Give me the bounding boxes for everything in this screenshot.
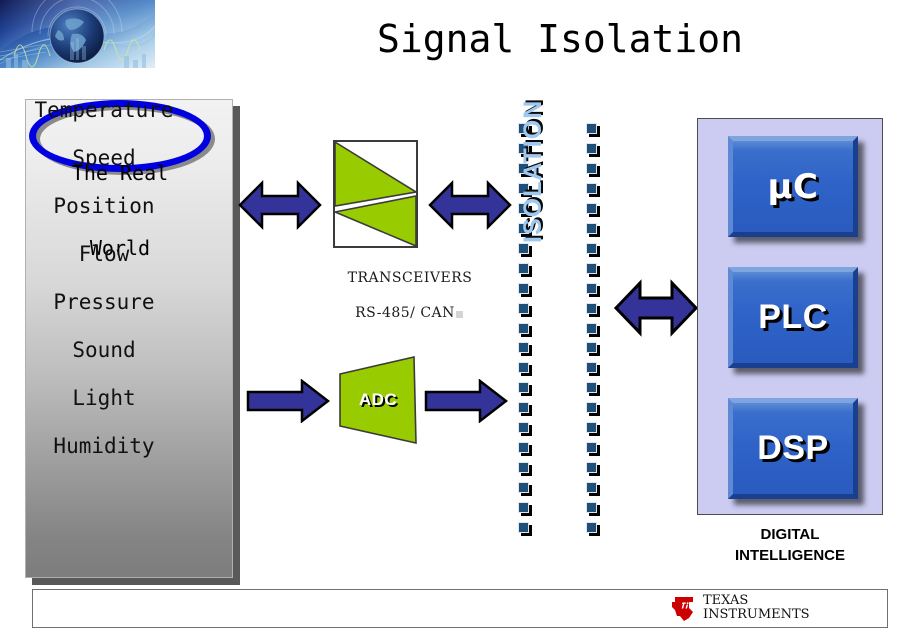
transceiver-triangles-icon	[333, 140, 418, 248]
transceiver-standards-label: RS-485/ CAN	[355, 305, 455, 321]
isolation-barrier-right-line	[586, 123, 602, 533]
isolation-dash	[586, 362, 597, 373]
list-item: Speed	[72, 146, 136, 170]
isolation-dash	[586, 203, 597, 214]
chip-dsp: DSP	[728, 398, 858, 499]
list-item: Flow	[78, 242, 130, 266]
isolation-dash	[518, 362, 529, 373]
transceiver-label: TRANSCEIVERS	[347, 270, 473, 286]
page-title: Signal Isolation	[376, 17, 744, 61]
isolation-dash	[518, 263, 529, 274]
stray-square-artifact	[456, 311, 463, 318]
isolation-dash	[586, 422, 597, 433]
chip-dsp-label: DSP	[757, 429, 829, 467]
isolation-dash	[518, 462, 529, 473]
isolation-dash	[586, 243, 597, 254]
digital-intelligence-caption: DIGITAL INTELLIGENCE	[672, 524, 908, 566]
digital-intelligence-panel: µC PLC DSP	[697, 118, 883, 515]
double-arrow-icon-transceiver-to-isolation	[428, 177, 512, 233]
footer-bar: TEXAS INSTRUMENTS	[32, 589, 888, 628]
list-item: Light	[72, 386, 136, 410]
list-item: Temperature	[34, 98, 174, 122]
isolation-dash	[586, 163, 597, 174]
isolation-dash	[518, 382, 529, 393]
isolation-dash	[586, 263, 597, 274]
double-arrow-icon-world-to-transceiver	[238, 177, 322, 233]
isolation-dash	[518, 283, 529, 294]
isolation-dash	[518, 522, 529, 533]
real-world-signal-list: Temperature Speed Position Flow Pressure…	[0, 86, 208, 470]
adc-trapezoid-icon: ADC	[338, 356, 418, 444]
list-item: Humidity	[53, 434, 155, 458]
isolation-dash	[518, 442, 529, 453]
isolation-dash	[586, 303, 597, 314]
isolation-dash	[518, 243, 529, 254]
isolation-dash	[518, 422, 529, 433]
adc-label: ADC	[358, 390, 398, 409]
isolation-dash	[586, 502, 597, 513]
digital-intelligence-caption-line2: INTELLIGENCE	[734, 547, 845, 564]
isolation-dash	[586, 223, 597, 234]
logo-line-texas: TEXAS	[703, 593, 749, 608]
chip-plc: PLC	[728, 267, 858, 368]
right-arrow-icon-sensor-to-adc	[246, 379, 330, 423]
isolation-dash	[586, 323, 597, 334]
list-item: Sound	[72, 338, 136, 362]
texas-instruments-wordmark: TEXAS INSTRUMENTS	[703, 594, 810, 622]
isolation-dash	[586, 283, 597, 294]
texas-instruments-mark-icon	[669, 595, 699, 623]
isolation-dash	[586, 143, 597, 154]
logo-line-instruments: INSTRUMENTS	[703, 607, 810, 622]
isolation-dash	[518, 482, 529, 493]
chip-microcontroller: µC	[728, 136, 858, 237]
isolation-dash	[518, 303, 529, 314]
chip-microcontroller-label: µC	[767, 166, 819, 207]
texas-instruments-logo: TEXAS INSTRUMENTS	[669, 593, 859, 625]
isolation-dash	[518, 502, 529, 513]
isolation-dash	[518, 323, 529, 334]
list-item: Pressure	[53, 290, 155, 314]
isolation-dash	[586, 382, 597, 393]
isolation-dash	[586, 482, 597, 493]
double-arrow-icon-isolation-to-digital	[614, 278, 698, 338]
isolation-dash	[586, 123, 597, 134]
list-item: Position	[53, 194, 155, 218]
isolation-dash	[586, 183, 597, 194]
right-arrow-icon-adc-to-isolation	[424, 379, 508, 423]
isolation-dash	[518, 402, 529, 413]
isolation-label: ISOLATION	[519, 99, 547, 243]
isolation-dash	[586, 442, 597, 453]
digital-intelligence-caption-line1: DIGITAL	[760, 526, 820, 543]
chip-plc-label: PLC	[758, 298, 828, 336]
isolation-dash	[586, 342, 597, 353]
globe-waveform-banner-image	[0, 0, 155, 68]
isolation-dash	[586, 402, 597, 413]
slide-canvas: Signal Isolation The Real World Temperat…	[0, 0, 920, 637]
isolation-dash	[586, 522, 597, 533]
isolation-dash	[586, 462, 597, 473]
isolation-dash	[518, 342, 529, 353]
